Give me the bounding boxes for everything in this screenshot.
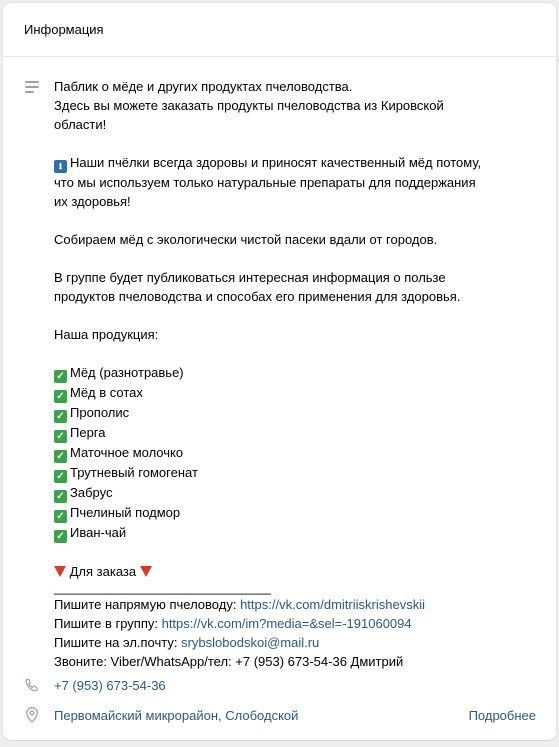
description-text: Паблик о мёде и других продуктах пчелово… [54, 77, 544, 671]
check-icon: ✓ [54, 430, 67, 443]
product-item: ✓ Мёд в сотах [54, 383, 544, 403]
order-title: Для заказа [54, 562, 544, 581]
phone-link[interactable]: +7 (953) 673-54-36 [54, 678, 166, 693]
email-link[interactable]: srybslobodskoi@mail.ru [181, 635, 319, 650]
description-line: В группе будет публиковаться интересная … [54, 270, 446, 285]
separator: ______________________________ [54, 580, 271, 595]
card-header: Информация [3, 3, 556, 57]
info-card: Информация Паблик о мёде и других продук… [3, 3, 556, 740]
beekeeper-link[interactable]: https://vk.com/dmitriiskrishevskii [240, 597, 425, 612]
contact-call: Звоните: Viber/WhatsApp/тел: +7 (953) 67… [54, 654, 404, 669]
address-link[interactable]: Первомайский микрорайон, Слободской [54, 708, 298, 723]
check-icon: ✓ [54, 530, 67, 543]
card-title: Информация [24, 22, 104, 37]
check-icon: ✓ [54, 490, 67, 503]
product-item: ✓ Забрус [54, 483, 544, 503]
description-line: Здесь вы можете заказать продукты пчелов… [54, 98, 444, 113]
triangle-down-icon [54, 566, 66, 577]
location-pin-icon [23, 706, 41, 724]
description-line: ℹ Наши пчёлки всегда здоровы и приносят к… [54, 153, 544, 173]
more-link[interactable]: Подробнее [469, 708, 536, 723]
phone-row: +7 (953) 673-54-36 [23, 675, 536, 695]
product-item: ✓ Перга [54, 423, 544, 443]
description-line: Паблик о мёде и других продуктах пчелово… [54, 79, 353, 94]
description-line: продуктов пчеловодства и способах его пр… [54, 289, 461, 304]
product-item: ✓ Иван-чай [54, 523, 544, 543]
check-icon: ✓ [54, 390, 67, 403]
group-link[interactable]: https://vk.com/im?media=&sel=-191060094 [162, 616, 412, 631]
phone-icon [23, 676, 41, 694]
address-row: Первомайский микрорайон, Слободской Подр… [23, 705, 536, 725]
check-icon: ✓ [54, 370, 67, 383]
product-item: ✓ Маточное молочко [54, 443, 544, 463]
product-item: ✓ Мёд (разнотравье) [54, 363, 544, 383]
description-line: их здоровья! [54, 194, 131, 209]
product-item: ✓ Трутневый гомогенат [54, 463, 544, 483]
check-icon: ✓ [54, 510, 67, 523]
check-icon: ✓ [54, 410, 67, 423]
check-icon: ✓ [54, 450, 67, 463]
contact-group: Пишите в группу: https://vk.com/im?media… [54, 616, 412, 631]
products-title: Наша продукция: [54, 327, 159, 342]
contact-beekeeper: Пишите напрямую пчеловоду: https://vk.co… [54, 597, 425, 612]
triangle-down-icon [139, 566, 152, 577]
description-icon [25, 81, 39, 96]
product-item: ✓ Пчелиный подмор [54, 503, 544, 523]
contact-email: Пишите на эл.почту: srybslobodskoi@mail.… [54, 635, 320, 650]
product-item: ✓ Прополис [54, 403, 544, 423]
description-line: что мы используем только натуральные пре… [54, 175, 476, 190]
info-icon: ℹ [54, 160, 67, 173]
description-line: Собираем мёд с экологически чистой пасек… [54, 232, 438, 247]
check-icon: ✓ [54, 470, 67, 483]
description-line: области! [54, 117, 107, 132]
